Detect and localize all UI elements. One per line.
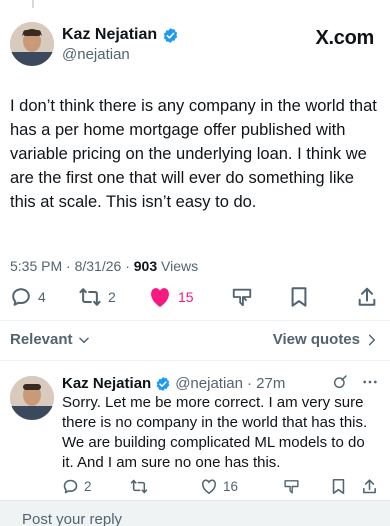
divider xyxy=(0,320,390,321)
like-icon xyxy=(201,479,217,495)
verified-badge-icon xyxy=(163,27,178,43)
reply-tools xyxy=(332,374,378,390)
view-quotes-label: View quotes xyxy=(272,331,360,348)
author-handle[interactable]: @nejatian xyxy=(62,46,130,63)
reply-compose-bar[interactable]: Post your reply xyxy=(0,500,390,526)
like-count: 15 xyxy=(178,289,194,305)
like-icon xyxy=(151,288,169,307)
reply-like-button[interactable]: 16 xyxy=(200,478,238,495)
reply-count: 4 xyxy=(38,289,46,305)
reply-header: Kaz Nejatian @nejatian · 27m xyxy=(62,375,285,392)
reply-reply-count: 2 xyxy=(84,479,92,494)
tweet-meta: 5:35 PM · 8/31/26 · 903 Views xyxy=(10,258,198,274)
chevron-down-icon xyxy=(78,337,89,343)
reply-button[interactable]: 4 xyxy=(10,286,46,308)
sort-label: Relevant xyxy=(10,331,73,348)
grok-icon[interactable] xyxy=(332,374,348,390)
verified-badge-icon xyxy=(156,376,170,391)
share-button[interactable] xyxy=(356,286,378,308)
reply-bookmark-button[interactable] xyxy=(331,478,346,495)
more-icon[interactable] xyxy=(362,374,378,390)
tweet-time[interactable]: 5:35 PM xyxy=(10,258,62,274)
bookmark-icon xyxy=(291,287,307,307)
sort-dropdown[interactable]: Relevant xyxy=(10,331,91,348)
reply-actions: 2 16 xyxy=(0,478,390,498)
like-button[interactable]: 15 xyxy=(148,286,194,308)
repost-button[interactable]: 2 xyxy=(78,286,116,308)
reply-text: Sorry. Let me be more correct. I am very… xyxy=(62,394,368,471)
chevron-right-icon xyxy=(368,334,376,345)
bookmark-button[interactable] xyxy=(289,286,309,308)
reply-age: · 27m xyxy=(246,375,286,392)
tweet-date[interactable]: 8/31/26 xyxy=(75,258,122,274)
share-icon xyxy=(363,479,376,494)
thread-line xyxy=(32,0,34,8)
repost-icon xyxy=(79,288,101,306)
view-quotes-link[interactable]: View quotes xyxy=(273,331,378,348)
meta-separator: · xyxy=(66,258,71,274)
reply-author-handle[interactable]: @nejatian xyxy=(175,375,243,392)
grok-button[interactable] xyxy=(231,286,253,308)
divider xyxy=(0,360,390,361)
author-name[interactable]: Kaz Nejatian xyxy=(62,26,179,44)
reply-share-button[interactable] xyxy=(361,478,378,495)
views-count: 903 xyxy=(133,258,158,274)
site-logo: X.com xyxy=(315,27,374,49)
reply-like-count: 16 xyxy=(223,479,239,494)
reply-icon xyxy=(63,479,78,494)
tweet-text: I don’t think there is any company in th… xyxy=(10,97,377,211)
reply-grok-button[interactable] xyxy=(283,478,300,495)
meta-separator: · xyxy=(125,258,130,274)
avatar[interactable] xyxy=(10,22,54,66)
reply-icon xyxy=(12,288,30,306)
reply-author-name[interactable]: Kaz Nejatian xyxy=(62,375,151,392)
grok-icon xyxy=(284,480,299,494)
repost-count: 2 xyxy=(108,289,116,305)
tweet-actions: 4 2 15 xyxy=(0,286,390,312)
bookmark-icon xyxy=(332,478,345,495)
grok-icon xyxy=(232,288,252,307)
share-icon xyxy=(358,287,376,306)
repost-icon xyxy=(130,479,148,494)
reply-input[interactable]: Post your reply xyxy=(22,511,122,526)
reply-avatar[interactable] xyxy=(10,376,54,420)
reply-reply-button[interactable]: 2 xyxy=(62,478,92,495)
reply-repost-button[interactable] xyxy=(130,478,148,495)
views-label: Views xyxy=(161,258,199,274)
